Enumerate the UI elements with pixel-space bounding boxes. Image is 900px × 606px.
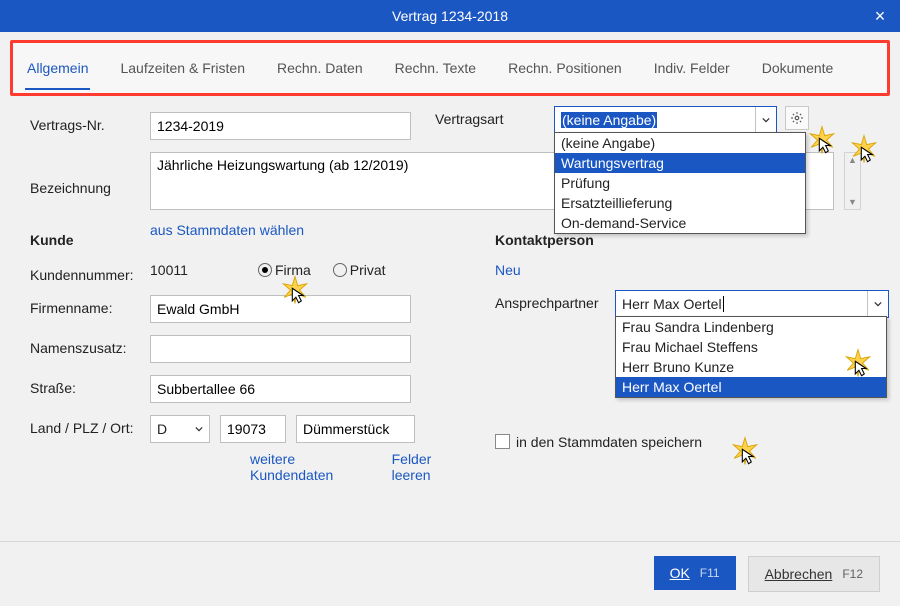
- aus-stammdaten-link[interactable]: aus Stammdaten wählen: [150, 222, 304, 238]
- label-vertragsart: Vertragsart: [435, 106, 554, 127]
- label-kundennummer: Kundennummer:: [30, 262, 150, 283]
- vertragsart-option[interactable]: (keine Angabe): [555, 133, 805, 153]
- land-select[interactable]: D: [150, 415, 210, 443]
- land-value: D: [157, 421, 167, 437]
- radio-firma[interactable]: Firma: [258, 262, 311, 278]
- tab-indiv-felder[interactable]: Indiv. Felder: [652, 46, 732, 90]
- radio-privat[interactable]: Privat: [333, 262, 386, 278]
- label-namenszusatz: Namenszusatz:: [30, 335, 150, 356]
- vertragsart-dropdown: (keine Angabe) Wartungsvertrag Prüfung E…: [554, 132, 806, 234]
- cancel-button[interactable]: Abbrechen F12: [748, 556, 880, 592]
- kontakt-option[interactable]: Herr Bruno Kunze: [616, 357, 886, 377]
- ok-button[interactable]: OK F11: [654, 556, 736, 590]
- tab-rechn-daten[interactable]: Rechn. Daten: [275, 46, 365, 90]
- scroll-down-icon[interactable]: ▼: [848, 197, 857, 207]
- textarea-scrollbar[interactable]: ▲ ▼: [844, 152, 861, 210]
- label-ansprechpartner: Ansprechpartner: [495, 290, 615, 311]
- kundennummer-value: 10011: [150, 262, 218, 278]
- vertragsart-value: (keine Angabe): [555, 112, 755, 128]
- titlebar: Vertrag 1234-2018 ×: [0, 0, 900, 32]
- kontakt-option[interactable]: Frau Michael Steffens: [616, 337, 886, 357]
- section-kontaktperson: Kontaktperson: [495, 232, 594, 248]
- label-strasse: Straße:: [30, 375, 150, 396]
- felder-leeren-link[interactable]: Felder leeren: [392, 451, 470, 483]
- tab-allgemein[interactable]: Allgemein: [25, 46, 90, 90]
- ansprechpartner-dropdown: Frau Sandra Lindenberg Frau Michael Stef…: [615, 316, 887, 398]
- label-land-plz-ort: Land / PLZ / Ort:: [30, 415, 150, 436]
- section-kunde: Kunde: [30, 232, 150, 248]
- plz-input[interactable]: [220, 415, 286, 443]
- label-in-stammdaten: in den Stammdaten speichern: [516, 434, 702, 450]
- in-stammdaten-checkbox[interactable]: [495, 434, 510, 449]
- scroll-up-icon[interactable]: ▲: [848, 155, 857, 165]
- ansprechpartner-value: Herr Max Oertel: [616, 296, 867, 312]
- tabstrip-highlight-frame: Allgemein Laufzeiten & Fristen Rechn. Da…: [0, 32, 900, 106]
- dialog-window: Vertrag 1234-2018 × Allgemein Laufzeiten…: [0, 0, 900, 606]
- chevron-down-icon[interactable]: [755, 107, 776, 133]
- window-title: Vertrag 1234-2018: [392, 8, 508, 24]
- tab-dokumente[interactable]: Dokumente: [760, 46, 836, 90]
- tab-laufzeiten-fristen[interactable]: Laufzeiten & Fristen: [118, 46, 247, 90]
- strasse-input[interactable]: [150, 375, 411, 403]
- label-bezeichnung: Bezeichnung: [30, 152, 150, 196]
- gear-icon[interactable]: [785, 106, 809, 130]
- close-icon[interactable]: ×: [860, 0, 900, 32]
- tab-rechn-texte[interactable]: Rechn. Texte: [393, 46, 478, 90]
- vertrags-nr-input[interactable]: [150, 112, 411, 140]
- weitere-kundendaten-link[interactable]: weitere Kundendaten: [250, 451, 376, 483]
- ort-input[interactable]: [296, 415, 415, 443]
- label-vertrags-nr: Vertrags-Nr.: [30, 112, 150, 133]
- vertragsart-option[interactable]: Prüfung: [555, 173, 805, 193]
- kontakt-option[interactable]: Herr Max Oertel: [616, 377, 886, 397]
- namenszusatz-input[interactable]: [150, 335, 411, 363]
- tabstrip: Allgemein Laufzeiten & Fristen Rechn. Da…: [10, 40, 890, 96]
- ansprechpartner-combobox[interactable]: Herr Max Oertel Frau Sandra Lindenberg F…: [615, 290, 889, 318]
- neu-link[interactable]: Neu: [495, 262, 521, 278]
- label-firmenname: Firmenname:: [30, 295, 150, 316]
- chevron-down-icon: [195, 425, 203, 433]
- firmenname-input[interactable]: [150, 295, 411, 323]
- chevron-down-icon[interactable]: [867, 291, 888, 317]
- vertragsart-option[interactable]: Wartungsvertrag: [555, 153, 805, 173]
- vertragsart-select[interactable]: (keine Angabe) (keine Angabe) Wartungsve…: [554, 106, 777, 134]
- kontakt-option[interactable]: Frau Sandra Lindenberg: [616, 317, 886, 337]
- form-body: Vertrags-Nr. Vertragsart (keine Angabe) …: [0, 106, 900, 483]
- vertragsart-option[interactable]: Ersatzteillieferung: [555, 193, 805, 213]
- vertragsart-option[interactable]: On-demand-Service: [555, 213, 805, 233]
- dialog-footer: OK F11 Abbrechen F12: [0, 541, 900, 606]
- tab-rechn-positionen[interactable]: Rechn. Positionen: [506, 46, 624, 90]
